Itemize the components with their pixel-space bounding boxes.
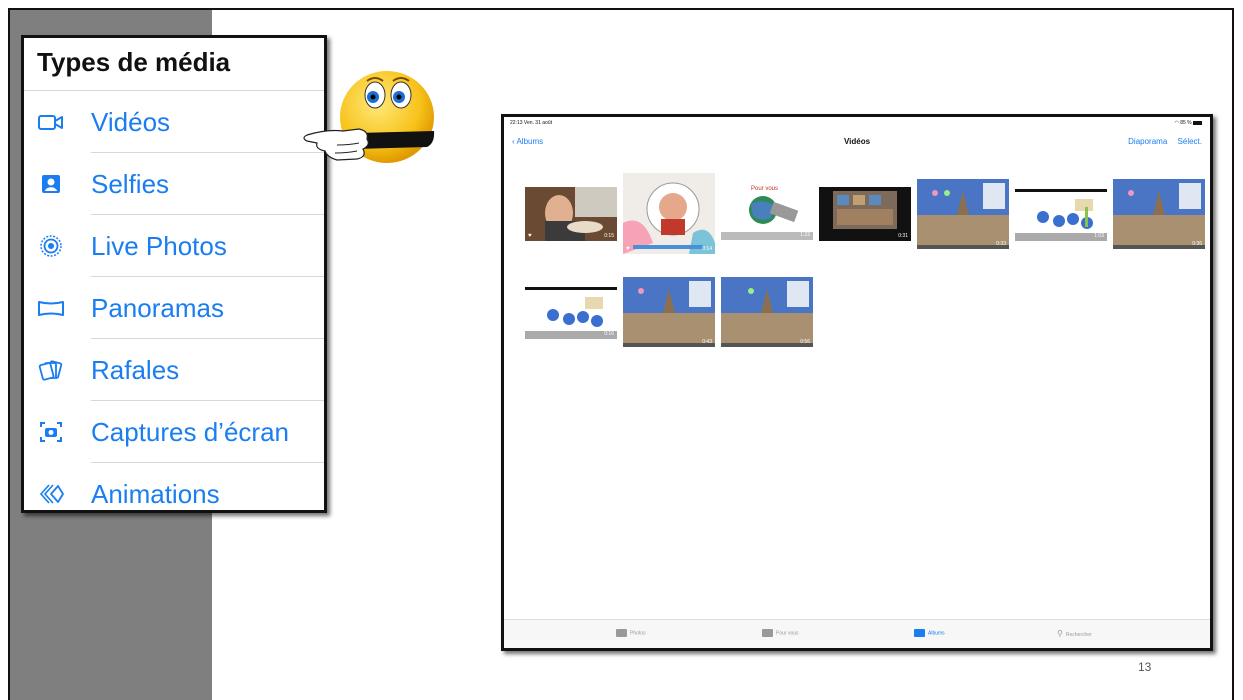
video-thumbnail[interactable]: ♥ 0:15 (525, 187, 617, 241)
tab-label: Rechercher (1065, 632, 1092, 638)
tab-label: Albums (928, 630, 945, 637)
video-camera-icon (38, 115, 63, 130)
pointing-emoji (303, 71, 435, 163)
thumbnail-image (525, 187, 617, 241)
photos-tab-icon (616, 629, 627, 637)
tab-for-you[interactable]: Pour vous (762, 629, 799, 637)
video-thumbnail[interactable]: 0:43 (623, 277, 715, 347)
media-item-label: Rafales (91, 355, 180, 385)
nav-bar: ‹ Albums Vidéos Diaporama Sélect. (504, 131, 1210, 157)
status-time: 22:13 Ven. 31 août (510, 120, 552, 126)
media-types-title: Types de média (37, 47, 231, 77)
media-item-label: Captures d’écran (91, 417, 289, 447)
media-item-label: Vidéos (91, 107, 171, 137)
media-types-panel: Types de média Vidéos Selfies Live Photo… (21, 35, 327, 513)
status-bar: 22:13 Ven. 31 août ◠ 85 % (504, 117, 1210, 131)
panorama-icon (38, 301, 64, 316)
nav-actions: Diaporama Sélect. (1120, 137, 1202, 146)
thumbnail-image (623, 173, 715, 254)
slideshow-button[interactable]: Diaporama (1128, 137, 1167, 146)
video-thumbnail[interactable]: 0:36 (1113, 179, 1205, 249)
battery-status: ◠ 85 % (1174, 120, 1202, 126)
media-item-label: Panoramas (91, 293, 224, 323)
video-duration: 0:16 (604, 331, 614, 337)
thumbnail-image (1015, 187, 1107, 241)
video-duration: 0:31 (898, 233, 908, 239)
video-duration: 0:33 (996, 241, 1006, 247)
video-thumbnail[interactable]: 0:33 (917, 179, 1009, 249)
thumbnail-image (1113, 179, 1205, 249)
video-duration: 0:15 (604, 233, 614, 239)
favorite-heart-icon: ♥ (528, 233, 532, 239)
tab-search[interactable]: ⚲ Rechercher (1057, 629, 1092, 638)
slide: Types de média Vidéos Selfies Live Photo… (8, 8, 1234, 700)
animation-icon (39, 484, 64, 504)
video-duration: 1:03 (1094, 233, 1104, 239)
media-item-label: Selfies (91, 169, 170, 199)
tab-albums[interactable]: Albums (914, 629, 945, 637)
tab-bar: Photos Pour vous Albums ⚲ Rechercher (504, 619, 1210, 648)
live-photo-icon (40, 235, 62, 257)
video-duration: 0:56 (800, 339, 810, 345)
battery-percent: 85 % (1180, 120, 1192, 126)
video-thumbnail[interactable]: 0:16 (525, 285, 617, 339)
media-item-panoramas[interactable]: Panoramas (24, 277, 324, 339)
wifi-icon: ◠ (1174, 120, 1179, 126)
thumbnail-image (525, 285, 617, 339)
media-item-screenshots[interactable]: Captures d’écran (24, 401, 324, 463)
svg-text:Pour vous: Pour vous (751, 186, 778, 192)
ipad-photos-screenshot: 22:13 Ven. 31 août ◠ 85 % ‹ Albums Vidéo… (501, 114, 1213, 651)
media-item-animations[interactable]: Animations (24, 463, 324, 525)
screenshot-icon (40, 422, 62, 442)
video-duration: 1:22 (800, 232, 810, 238)
video-thumbnail[interactable]: 1:03 (1015, 187, 1107, 241)
search-icon: ⚲ (1057, 629, 1063, 638)
burst-icon (38, 360, 63, 381)
video-duration: 0:36 (1192, 241, 1202, 247)
for-you-tab-icon (762, 629, 773, 637)
battery-icon (1193, 120, 1202, 125)
selfie-portrait-icon (42, 175, 60, 193)
media-item-label: Live Photos (91, 231, 227, 261)
media-item-live-photos[interactable]: Live Photos (24, 215, 324, 277)
video-duration: 0:43 (702, 339, 712, 345)
media-item-bursts[interactable]: Rafales (24, 339, 324, 401)
video-thumbnail[interactable]: 0:56 (721, 277, 813, 347)
thumbnail-image (721, 277, 813, 347)
nav-title: Vidéos (843, 137, 871, 146)
page-number: 13 (1138, 660, 1152, 674)
media-item-selfies[interactable]: Selfies (24, 153, 324, 215)
thumbnail-image (917, 179, 1009, 249)
tab-label: Pour vous (776, 630, 799, 637)
tab-photos[interactable]: Photos (616, 629, 646, 637)
video-thumbnail[interactable]: Pour vous 1:22 (721, 180, 813, 240)
video-duration: 0:14 (702, 246, 712, 252)
media-item-label: Animations (91, 479, 220, 509)
thumbnail-image: Pour vous (721, 180, 813, 240)
tab-label: Photos (630, 630, 646, 637)
favorite-heart-icon: ♥ (626, 246, 630, 252)
video-thumbnail[interactable]: 0:31 (819, 187, 911, 241)
thumbnail-image (819, 187, 911, 241)
select-button[interactable]: Sélect. (1178, 137, 1202, 146)
thumbnail-image (623, 277, 715, 347)
video-thumbnail[interactable]: ♥ 0:14 (623, 173, 715, 254)
albums-tab-icon (914, 629, 925, 637)
media-item-videos[interactable]: Vidéos (24, 91, 324, 153)
